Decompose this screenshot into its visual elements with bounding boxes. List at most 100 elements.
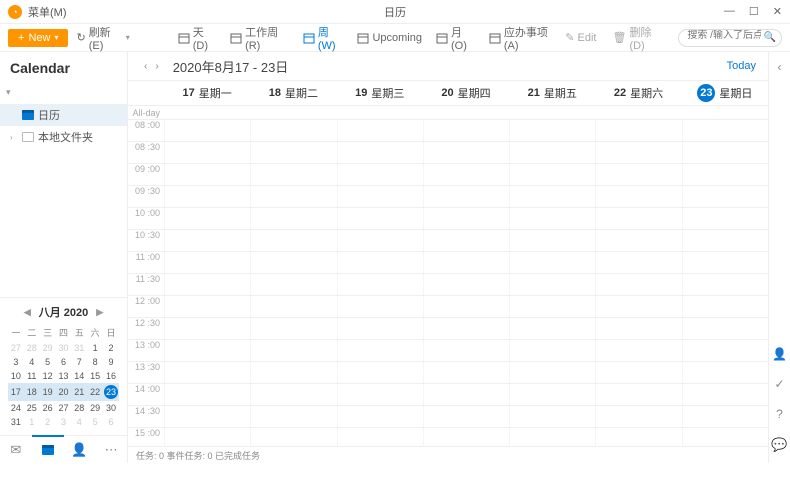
next-month-button[interactable]: ▶ [96,307,103,318]
timeslot[interactable] [682,428,768,446]
minical-day[interactable]: 2 [103,341,119,355]
timeslot[interactable] [423,164,509,185]
timeslot[interactable] [682,384,768,405]
timeslot[interactable] [250,296,336,317]
minical-day[interactable]: 10 [8,369,24,383]
timeslot[interactable] [595,274,681,295]
timeslot[interactable] [509,296,595,317]
timeslot[interactable] [682,318,768,339]
timeslot[interactable] [250,340,336,361]
timeslot[interactable] [595,384,681,405]
minical-day[interactable]: 6 [103,415,119,429]
timeslot[interactable] [509,230,595,251]
minical-day[interactable]: 8 [87,355,103,369]
timeslot[interactable] [250,186,336,207]
menu-button[interactable]: 菜单(M) [28,4,67,20]
timeslot[interactable] [164,164,250,185]
timeslot[interactable] [250,252,336,273]
sidebar-item-0[interactable]: 日历 [0,104,127,126]
timeslot[interactable] [250,208,336,229]
timeslot[interactable] [682,252,768,273]
timeslot[interactable] [164,318,250,339]
timeslot[interactable] [682,406,768,427]
timeslot[interactable] [164,142,250,163]
timeslot[interactable] [509,164,595,185]
timeslot[interactable] [164,362,250,383]
timeslot[interactable] [682,164,768,185]
timeslot[interactable] [423,318,509,339]
calendar-tab[interactable] [32,435,64,462]
close-button[interactable]: ✕ [773,5,782,18]
search-box[interactable]: 🔍 [678,29,782,47]
timeslot[interactable] [682,208,768,229]
timeslot[interactable] [682,362,768,383]
view-3[interactable]: Upcoming [357,24,422,52]
view-2[interactable]: 周(W) [303,24,344,52]
timeslot[interactable] [509,428,595,446]
timeslot[interactable] [337,318,423,339]
view-5[interactable]: 应办事项(A) [489,24,557,52]
minical-day[interactable]: 21 [71,383,87,401]
minical-day[interactable]: 2 [40,415,56,429]
timeslot[interactable] [595,230,681,251]
new-button[interactable]: + New ▾ [8,29,68,47]
timeslot[interactable] [250,384,336,405]
timeslot[interactable] [595,208,681,229]
view-1[interactable]: 工作周(R) [230,24,289,52]
timeslot[interactable] [423,186,509,207]
mail-tab[interactable]: ✉ [0,436,32,463]
search-input[interactable] [687,30,761,41]
timeslot[interactable] [164,274,250,295]
timeslot[interactable] [337,274,423,295]
day-header-1[interactable]: 18星期二 [250,81,336,105]
minical-day[interactable]: 31 [8,415,24,429]
timeslot[interactable] [337,252,423,273]
timeslot[interactable] [509,208,595,229]
minical-day[interactable]: 1 [87,341,103,355]
minical-day[interactable]: 1 [24,415,40,429]
view-4[interactable]: 月(O) [436,24,475,52]
timeslot[interactable] [423,208,509,229]
timeslot[interactable] [595,120,681,141]
timeslot[interactable] [509,384,595,405]
timeslot[interactable] [509,406,595,427]
timeslot[interactable] [595,186,681,207]
timeslot[interactable] [423,296,509,317]
minical-day[interactable]: 28 [24,341,40,355]
timeslot[interactable] [337,406,423,427]
time-grid[interactable]: 08 :0008 :3009 :0009 :3010 :0010 :3011 :… [128,120,768,446]
timeslot[interactable] [164,120,250,141]
timeslot[interactable] [164,296,250,317]
timeslot[interactable] [682,274,768,295]
timeslot[interactable] [595,318,681,339]
timeslot[interactable] [337,340,423,361]
day-header-3[interactable]: 20星期四 [423,81,509,105]
check-icon[interactable]: ✓ [774,377,784,391]
timeslot[interactable] [250,230,336,251]
timeslot[interactable] [164,384,250,405]
timeslot[interactable] [164,208,250,229]
prev-week-button[interactable]: ‹ [140,61,151,72]
more-tab[interactable]: ⋯ [95,436,127,463]
timeslot[interactable] [423,230,509,251]
timeslot[interactable] [164,186,250,207]
timeslot[interactable] [682,186,768,207]
minical-day[interactable]: 11 [24,369,40,383]
timeslot[interactable] [509,340,595,361]
chat-icon[interactable]: 💬 [771,437,787,453]
minical-day[interactable]: 12 [40,369,56,383]
timeslot[interactable] [250,274,336,295]
timeslot[interactable] [682,142,768,163]
minical-day[interactable]: 27 [8,341,24,355]
timeslot[interactable] [423,120,509,141]
timeslot[interactable] [509,120,595,141]
timeslot[interactable] [250,362,336,383]
timeslot[interactable] [509,318,595,339]
timeslot[interactable] [250,318,336,339]
timeslot[interactable] [164,428,250,446]
timeslot[interactable] [337,362,423,383]
timeslot[interactable] [682,230,768,251]
edit-button[interactable]: ✎ Edit [565,31,596,44]
timeslot[interactable] [164,340,250,361]
minical-day[interactable]: 4 [71,415,87,429]
